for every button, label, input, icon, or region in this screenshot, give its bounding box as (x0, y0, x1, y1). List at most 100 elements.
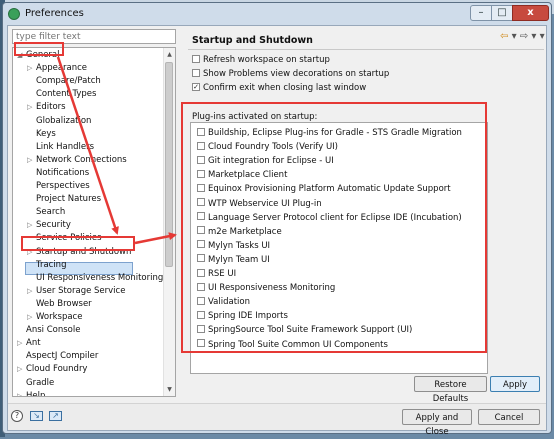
checkbox[interactable] (197, 240, 205, 249)
view-menu-icon[interactable]: ▾ (540, 31, 545, 42)
tree-item[interactable]: ▷ Help (17, 390, 45, 396)
tree-expand-icon[interactable]: ▷ (27, 219, 36, 232)
tree-item[interactable]: Tracing (27, 259, 66, 272)
checkbox[interactable] (197, 141, 205, 150)
close-button[interactable]: x (512, 5, 549, 21)
tree-item[interactable]: Gradle (17, 377, 54, 390)
tree-item[interactable]: Compare/Patch (27, 75, 101, 88)
tree-item[interactable]: ▷ Startup and Shutdown (27, 246, 131, 259)
import-icon[interactable]: ↘ (30, 411, 43, 421)
forward-menu-icon[interactable]: ▾ (531, 31, 536, 42)
tree-item[interactable]: ▷ Appearance (27, 62, 87, 75)
checkbox[interactable] (197, 282, 205, 291)
option-checkbox-row[interactable]: Show Problems view decorations on startu… (192, 68, 389, 80)
checkbox[interactable] (192, 68, 200, 77)
tree-expand-icon[interactable]: ▷ (27, 285, 36, 298)
tree-item[interactable]: ▷ Network Connections (27, 154, 127, 167)
plugin-item[interactable]: Git integration for Eclipse - UI (197, 155, 334, 167)
plugin-item[interactable]: UI Responsiveness Monitoring (197, 282, 335, 294)
plugin-item[interactable]: Equinox Provisioning Platform Automatic … (197, 183, 451, 195)
tree-item[interactable]: Perspectives (27, 180, 90, 193)
checkbox[interactable] (197, 324, 205, 333)
tree-scrollbar[interactable]: ▲ ▼ (163, 48, 175, 396)
checkbox[interactable] (197, 155, 205, 164)
plugin-item[interactable]: Spring Tool Suite Common UI Components (197, 339, 388, 351)
cancel-button[interactable]: Cancel (478, 409, 540, 425)
checkbox[interactable] (197, 127, 205, 136)
back-menu-icon[interactable]: ▾ (512, 31, 517, 42)
plugin-item[interactable]: WTP Webservice UI Plug-in (197, 198, 322, 210)
tree-item[interactable]: ▷ Workspace (27, 311, 82, 324)
plugin-item[interactable]: m2e Marketplace (197, 226, 282, 238)
checkbox[interactable] (197, 254, 205, 263)
tree-expand-icon[interactable]: ◢ (17, 49, 26, 62)
plugin-item[interactable]: Spring IDE Imports (197, 310, 288, 322)
tree-expand-icon[interactable]: ▷ (27, 246, 36, 259)
tree-expand-icon[interactable]: ▷ (27, 154, 36, 167)
tree-item[interactable]: Ansi Console (17, 324, 80, 337)
tree-item[interactable]: ▷ Ant (17, 337, 41, 350)
tree-item[interactable]: Link Handlers (27, 141, 94, 154)
tree-item[interactable]: ▷ Editors (27, 101, 66, 114)
checkbox[interactable] (197, 310, 205, 319)
scrollbar-thumb[interactable] (165, 62, 173, 267)
plugin-item[interactable]: Mylyn Tasks UI (197, 240, 270, 252)
checkbox[interactable] (197, 212, 205, 221)
plugin-item[interactable]: RSE UI (197, 268, 236, 280)
restore-defaults-button[interactable]: Restore Defaults (414, 376, 487, 404)
scroll-up-icon[interactable]: ▲ (165, 50, 174, 59)
tree-item[interactable]: UI Responsiveness Monitoring (27, 272, 163, 285)
plugin-item[interactable]: Marketplace Client (197, 169, 287, 181)
checkbox[interactable] (192, 54, 200, 63)
plugin-item[interactable]: Buildship, Eclipse Plug-ins for Gradle -… (197, 127, 462, 139)
checkbox[interactable] (197, 339, 205, 347)
apply-button[interactable]: Apply (490, 376, 540, 392)
tree-item[interactable]: ◢ General (17, 49, 60, 62)
tree-item[interactable]: AspectJ Compiler (17, 350, 98, 363)
tree-item[interactable]: ▷ Security (27, 219, 71, 232)
checkbox[interactable] (197, 183, 205, 192)
tree-expand-icon[interactable]: ▷ (27, 62, 36, 75)
checkbox[interactable] (197, 268, 205, 277)
checkbox[interactable] (192, 82, 200, 91)
forward-arrow-icon[interactable]: ⇨ (520, 31, 528, 42)
checkbox[interactable] (197, 198, 205, 206)
tree-item[interactable]: ▷ Cloud Foundry (17, 363, 87, 376)
tree-expand-icon[interactable]: ▷ (17, 337, 26, 350)
minimize-button[interactable]: – (470, 5, 492, 21)
back-arrow-icon[interactable]: ⇦ (500, 31, 508, 42)
plugin-item[interactable]: Mylyn Team UI (197, 254, 270, 266)
checkbox[interactable] (197, 169, 205, 178)
tree-item[interactable]: Project Natures (27, 193, 101, 206)
scroll-down-icon[interactable]: ▼ (165, 385, 174, 394)
tree-item-label: Compare/Patch (36, 76, 101, 87)
tree-item[interactable]: Notifications (27, 167, 89, 180)
plugin-item[interactable]: Validation (197, 296, 250, 308)
plugin-item[interactable]: Language Server Protocol client for Ecli… (197, 212, 462, 224)
tree-item[interactable]: Search (27, 206, 65, 219)
plugin-label: Mylyn Team UI (208, 254, 270, 265)
tree-item[interactable]: Globalization (27, 115, 91, 128)
tree-expand-icon[interactable]: ▷ (27, 311, 36, 324)
tree-expand-icon[interactable]: ▷ (17, 390, 26, 396)
plugin-item[interactable]: Cloud Foundry Tools (Verify UI) (197, 141, 338, 153)
title-bar[interactable]: Preferences – □ x (3, 3, 551, 25)
checkbox[interactable] (197, 226, 205, 235)
filter-input[interactable] (12, 29, 176, 44)
maximize-button[interactable]: □ (491, 5, 513, 21)
apply-and-close-button[interactable]: Apply and Close (402, 409, 472, 437)
tree-item[interactable]: Content Types (27, 88, 96, 101)
tree-expand-icon[interactable]: ▷ (27, 101, 36, 114)
option-checkbox-row[interactable]: Confirm exit when closing last window (192, 82, 366, 94)
tree-item[interactable]: ▷ User Storage Service (27, 285, 125, 298)
tree-item[interactable]: Web Browser (27, 298, 92, 311)
plugin-item[interactable]: SpringSource Tool Suite Framework Suppor… (197, 324, 412, 336)
tree-item[interactable]: Service Policies (27, 232, 102, 245)
export-icon[interactable]: ↗ (49, 411, 62, 421)
tree-expand-icon[interactable]: ▷ (17, 363, 26, 376)
help-icon[interactable]: ? (11, 410, 23, 422)
checkbox[interactable] (197, 296, 205, 305)
option-checkbox-row[interactable]: Refresh workspace on startup (192, 54, 330, 66)
tree-item[interactable]: Keys (27, 128, 56, 141)
tree-item-label: Content Types (36, 89, 97, 100)
